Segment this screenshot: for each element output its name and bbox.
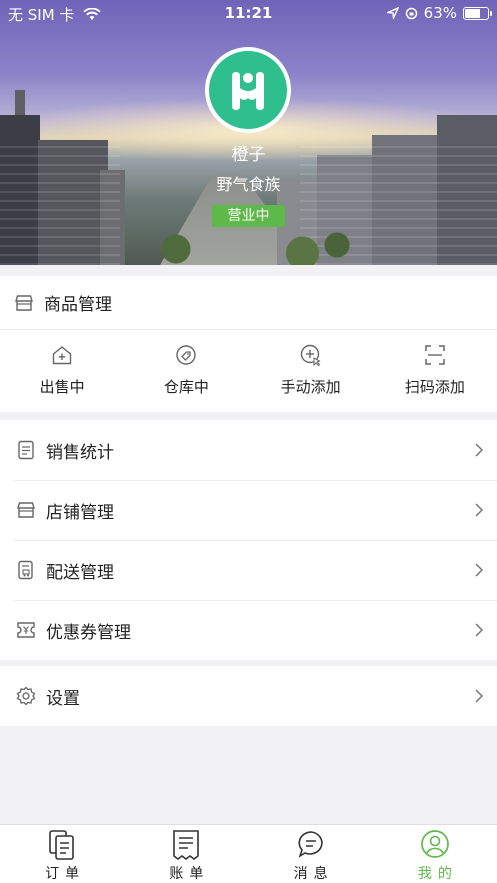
- menu-item-label: 配送管理: [46, 562, 114, 583]
- tab-label: 我的: [417, 866, 458, 882]
- store-logo[interactable]: [205, 47, 291, 133]
- menu-item-sales-stats[interactable]: 销售统计: [0, 420, 497, 480]
- manual-add-button[interactable]: 手动添加: [249, 330, 373, 412]
- battery-icon: [463, 6, 492, 20]
- warehouse-label: 仓库中: [163, 378, 209, 396]
- menu-item-label: 店铺管理: [46, 502, 114, 523]
- status-right: 63%: [386, 4, 492, 22]
- settings-label: 设置: [46, 688, 80, 709]
- manual-add-icon: [300, 344, 321, 366]
- goods-title: 商品管理: [44, 295, 112, 315]
- house-plus-icon: [52, 346, 72, 365]
- menu-item-settings[interactable]: 设置: [0, 666, 497, 726]
- goods-actions: 出售中 仓库中 手动添加 扫码添加: [0, 330, 497, 412]
- on-sale-label: 出售中: [39, 378, 85, 396]
- chevron-right-icon: [461, 502, 497, 518]
- delivery-icon: [18, 560, 33, 580]
- goods-header: 商品管理: [0, 276, 497, 330]
- menu-item-coupon-management[interactable]: 优惠券管理: [0, 600, 497, 660]
- gear-icon: [16, 686, 36, 706]
- goods-management-card: 商品管理 出售中 仓库中 手动添加 扫码添加: [0, 276, 497, 412]
- manual-add-label: 手动添加: [280, 378, 341, 396]
- business-status-badge[interactable]: 营业中: [212, 205, 285, 227]
- store-header: 无 SIM 卡 11:21 63% 橙子 野气食族 营业中: [0, 0, 497, 265]
- logo-badge: [209, 51, 287, 129]
- store-name: 野气食族: [216, 175, 281, 194]
- menu-item-delivery-management[interactable]: 配送管理: [0, 540, 497, 600]
- tab-label: 账单: [169, 866, 210, 882]
- menu-item-label: 销售统计: [46, 442, 114, 463]
- bill-icon: [173, 830, 200, 860]
- tab-bills[interactable]: 账单: [124, 825, 248, 883]
- tab-label: 订单: [45, 866, 86, 882]
- trees: [130, 225, 360, 265]
- coupon-icon: [17, 622, 35, 638]
- status-bar: 无 SIM 卡 11:21 63%: [0, 0, 497, 26]
- location-icon: [386, 7, 399, 19]
- tab-orders[interactable]: 订单: [0, 825, 124, 883]
- chevron-right-icon: [461, 688, 497, 704]
- scan-add-button[interactable]: 扫码添加: [373, 330, 497, 412]
- store-icon: [17, 502, 35, 518]
- battery-percent: 63%: [423, 4, 457, 22]
- warehouse-button[interactable]: 仓库中: [124, 330, 248, 412]
- profile-icon: [421, 830, 449, 858]
- store-logo-mark: [232, 72, 264, 110]
- store-icon: [15, 294, 33, 311]
- tab-bar: 订单 账单 消息 我的: [0, 824, 497, 883]
- battery-fill: [465, 8, 481, 18]
- orders-icon: [49, 830, 74, 860]
- tag-icon: [176, 345, 197, 365]
- on-sale-button[interactable]: 出售中: [0, 330, 124, 412]
- store-user-name: 橙子: [231, 145, 266, 165]
- chevron-right-icon: [461, 562, 497, 578]
- scan-icon: [425, 345, 445, 365]
- settings-section: 设置: [0, 666, 497, 726]
- menu-item-label: 优惠券管理: [46, 622, 131, 643]
- chevron-right-icon: [461, 442, 497, 458]
- rotation-lock-icon: [405, 7, 417, 19]
- report-icon: [18, 440, 34, 460]
- menu-item-store-management[interactable]: 店铺管理: [0, 480, 497, 540]
- message-icon: [298, 831, 323, 858]
- tab-messages[interactable]: 消息: [249, 825, 373, 883]
- management-menu: 销售统计 店铺管理 配送管理 优惠券管理: [0, 420, 497, 660]
- tab-profile[interactable]: 我的: [373, 825, 497, 883]
- tab-label: 消息: [293, 866, 334, 882]
- scan-add-label: 扫码添加: [404, 378, 465, 396]
- chevron-right-icon: [461, 622, 497, 638]
